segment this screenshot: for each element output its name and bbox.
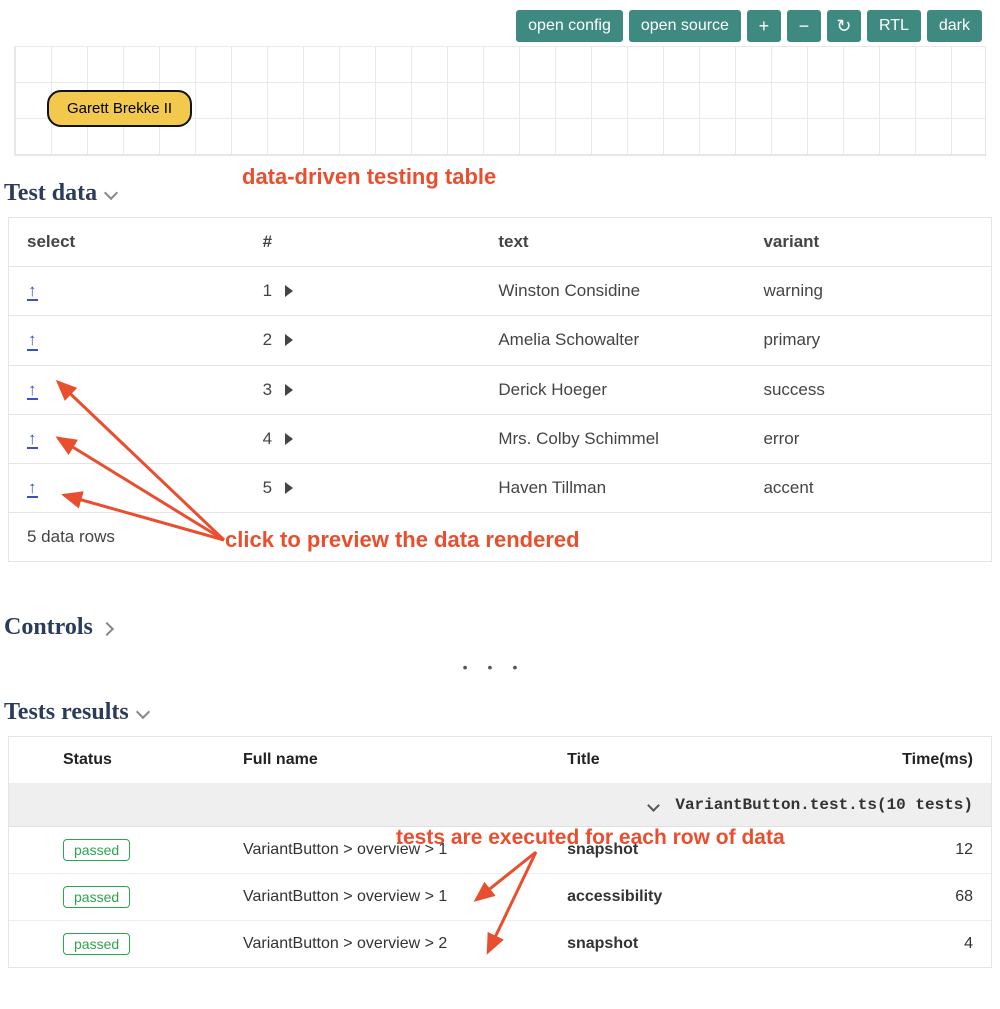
expand-row-button[interactable] xyxy=(285,334,293,346)
table-row: ↑ 1 Winston Considinewarning xyxy=(9,267,991,316)
tests-results-table: Status Full name Title Time(ms) VariantB… xyxy=(9,737,991,967)
toolbar: open config open source + − ↻ RTL dark xyxy=(0,0,1000,46)
zoom-out-button[interactable]: − xyxy=(787,10,821,42)
test-time: 68 xyxy=(844,874,991,921)
zoom-in-button[interactable]: + xyxy=(747,10,781,42)
expand-row-button[interactable] xyxy=(285,482,293,494)
dark-toggle-button[interactable]: dark xyxy=(927,10,982,42)
test-data-table: select # text variant ↑ 1 Winston Considi… xyxy=(9,218,991,561)
row-text: Amelia Schowalter xyxy=(480,316,745,365)
annotation-click-preview: click to preview the data rendered xyxy=(225,527,580,553)
col-full-name: Full name xyxy=(225,737,549,784)
select-row-button[interactable]: ↑ xyxy=(27,480,38,498)
test-full-name: VariantButton > overview > 2 xyxy=(225,921,549,968)
annotation-tests-each-row: tests are executed for each row of data xyxy=(396,826,785,850)
table-row: ↑ 5 Haven Tillmanaccent xyxy=(9,464,991,513)
row-variant: warning xyxy=(745,267,991,316)
section-controls-heading[interactable]: Controls xyxy=(4,614,986,641)
row-text: Haven Tillman xyxy=(480,464,745,513)
col-select: select xyxy=(9,218,245,267)
rtl-toggle-button[interactable]: RTL xyxy=(867,10,921,42)
row-variant: success xyxy=(745,365,991,414)
chevron-down-icon xyxy=(137,707,149,719)
section-test-data-label: Test data xyxy=(4,180,97,207)
section-controls-label: Controls xyxy=(4,614,93,641)
status-badge: passed xyxy=(63,839,130,861)
row-text: Winston Considine xyxy=(480,267,745,316)
table-row: passed VariantButton > overview > 1access… xyxy=(9,874,991,921)
chevron-down-icon xyxy=(649,797,658,815)
table-row: ↑ 3 Derick Hoegersuccess xyxy=(9,365,991,414)
test-title: snapshot xyxy=(549,921,844,968)
open-source-button[interactable]: open source xyxy=(629,10,741,42)
row-text: Mrs. Colby Schimmel xyxy=(480,414,745,463)
tests-group-label: VariantButton.test.ts(10 tests) xyxy=(675,796,973,814)
chevron-down-icon xyxy=(105,188,117,200)
row-num: 4 xyxy=(245,414,481,463)
table-row: ↑ 4 Mrs. Colby Schimmelerror xyxy=(9,414,991,463)
test-data-table-wrap: select # text variant ↑ 1 Winston Considi… xyxy=(8,217,992,562)
expand-row-button[interactable] xyxy=(285,433,293,445)
reload-button[interactable]: ↻ xyxy=(827,10,861,42)
test-title: accessibility xyxy=(549,874,844,921)
select-row-button[interactable]: ↑ xyxy=(27,382,38,400)
open-config-button[interactable]: open config xyxy=(516,10,623,42)
table-row: passed VariantButton > overview > 2snapsh… xyxy=(9,921,991,968)
col-num: # xyxy=(245,218,481,267)
select-row-button[interactable]: ↑ xyxy=(27,332,38,350)
section-tests-results-heading[interactable]: Tests results xyxy=(4,699,986,726)
chevron-right-icon xyxy=(101,622,113,634)
tests-results-wrap: Status Full name Title Time(ms) VariantB… xyxy=(8,736,992,968)
col-status: Status xyxy=(9,737,225,784)
preview-canvas: Garett Brekke II xyxy=(14,46,986,156)
test-time: 4 xyxy=(844,921,991,968)
row-text: Derick Hoeger xyxy=(480,365,745,414)
col-text: text xyxy=(480,218,745,267)
section-tests-results-label: Tests results xyxy=(4,699,129,726)
row-num: 1 xyxy=(245,267,481,316)
select-row-button[interactable]: ↑ xyxy=(27,283,38,301)
row-variant: error xyxy=(745,414,991,463)
expand-row-button[interactable] xyxy=(285,384,293,396)
status-badge: passed xyxy=(63,933,130,955)
annotation-table-title: data-driven testing table xyxy=(242,164,496,190)
col-time: Time(ms) xyxy=(844,737,991,784)
table-row: ↑ 2 Amelia Schowalterprimary xyxy=(9,316,991,365)
select-row-button[interactable]: ↑ xyxy=(27,431,38,449)
tests-group-row[interactable]: VariantButton.test.ts(10 tests) xyxy=(9,784,991,827)
test-full-name: VariantButton > overview > 1 xyxy=(225,874,549,921)
ellipsis-divider: ••• xyxy=(0,659,1000,675)
row-num: 2 xyxy=(245,316,481,365)
status-badge: passed xyxy=(63,886,130,908)
row-num: 3 xyxy=(245,365,481,414)
row-variant: primary xyxy=(745,316,991,365)
test-time: 12 xyxy=(844,827,991,874)
row-num: 5 xyxy=(245,464,481,513)
variant-button-preview[interactable]: Garett Brekke II xyxy=(47,90,192,127)
col-variant: variant xyxy=(745,218,991,267)
row-variant: accent xyxy=(745,464,991,513)
expand-row-button[interactable] xyxy=(285,285,293,297)
col-title: Title xyxy=(549,737,844,784)
